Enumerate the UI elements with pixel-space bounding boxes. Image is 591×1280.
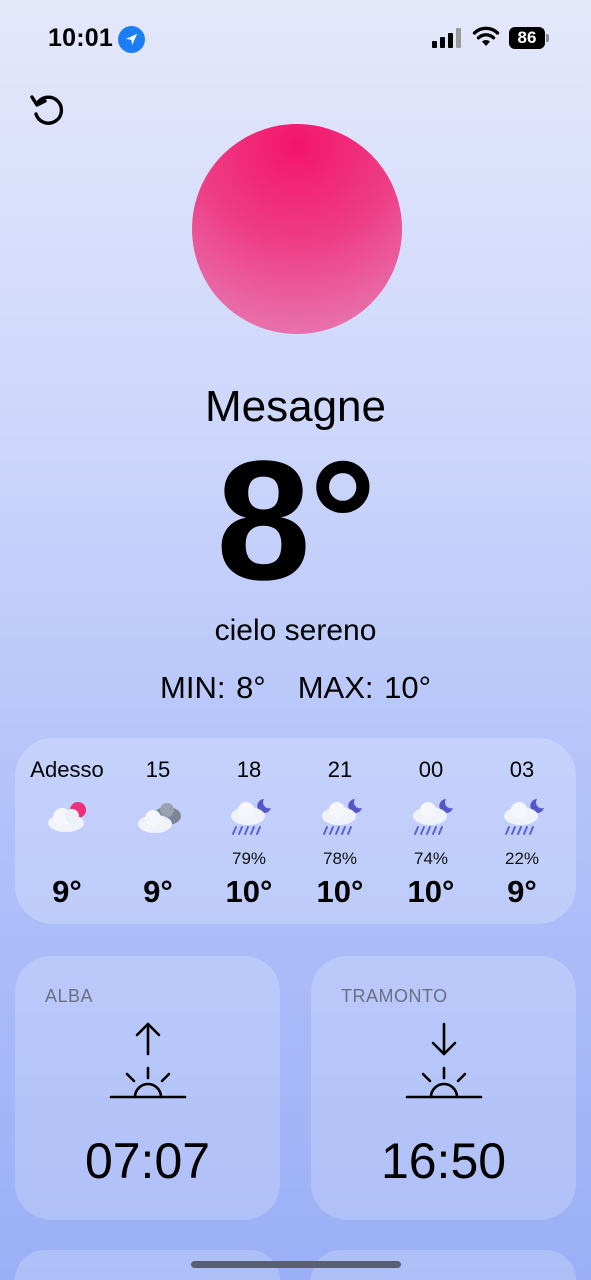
current-temperature: 8° (216, 426, 377, 616)
sunrise-time: 07:07 (84, 1133, 211, 1189)
battery-level: 86 (509, 27, 545, 49)
hourly-forecast-card[interactable]: Adesso 9° 15 9° 18 79% 10° 21 78% 10° 00… (15, 738, 576, 924)
min-temperature: MIN: 8° (160, 670, 266, 705)
sunrise-icon (109, 1022, 187, 1099)
hourly-item: 18 79% 10° (209, 738, 289, 924)
hour-temperature: 10° (407, 874, 455, 909)
location-arrow-icon (118, 26, 145, 53)
sunset-time: 16:50 (380, 1133, 507, 1189)
hour-label: 21 (327, 757, 353, 782)
sunrise-card: ALBA 07:07 (15, 956, 280, 1220)
cellular-signal-icon (432, 28, 461, 48)
cloudy-icon (138, 803, 181, 833)
hour-label: 00 (418, 757, 444, 782)
weather-description: cielo sereno (214, 614, 377, 647)
sun-graphic (192, 124, 402, 334)
status-time: 10:01 (48, 24, 113, 52)
partly-cloudy-sun-icon (48, 802, 86, 832)
sunset-card: TRAMONTO 16:50 (311, 956, 576, 1220)
hour-temperature: 10° (225, 874, 273, 909)
hourly-item: 00 74% 10° (391, 738, 471, 924)
rain-night-icon (504, 799, 544, 835)
rain-night-icon (413, 799, 453, 835)
hour-temperature: 9° (52, 874, 82, 909)
hourly-item: 03 22% 9° (482, 738, 562, 924)
wifi-icon (472, 26, 500, 46)
sunset-title: TRAMONTO (341, 986, 448, 1006)
battery-icon: 86 (509, 27, 549, 49)
hourly-item: Adesso 9° (27, 738, 107, 924)
max-temperature: MAX: 10° (297, 670, 431, 705)
precipitation: 22% (504, 849, 540, 868)
hour-label: Adesso (30, 757, 104, 782)
hour-label: 15 (145, 757, 171, 782)
home-indicator[interactable] (191, 1261, 401, 1268)
rain-night-icon (231, 799, 271, 835)
hour-temperature: 9° (507, 874, 537, 909)
refresh-icon[interactable] (28, 90, 68, 130)
precipitation: 74% (413, 849, 449, 868)
hourly-item: 21 78% 10° (300, 738, 380, 924)
hour-temperature: 9° (143, 874, 173, 909)
hourly-item: 15 9° (118, 738, 198, 924)
min-max-temperature: MIN: 8° MAX: 10° (0, 670, 591, 706)
sunrise-title: ALBA (45, 986, 94, 1006)
hour-temperature: 10° (316, 874, 364, 909)
precipitation: 79% (231, 849, 267, 868)
hour-label: 18 (236, 757, 262, 782)
rain-night-icon (322, 799, 362, 835)
hour-label: 03 (509, 757, 535, 782)
precipitation: 78% (322, 849, 358, 868)
sunset-icon (405, 1022, 483, 1099)
city-name: Mesagne (204, 382, 386, 431)
